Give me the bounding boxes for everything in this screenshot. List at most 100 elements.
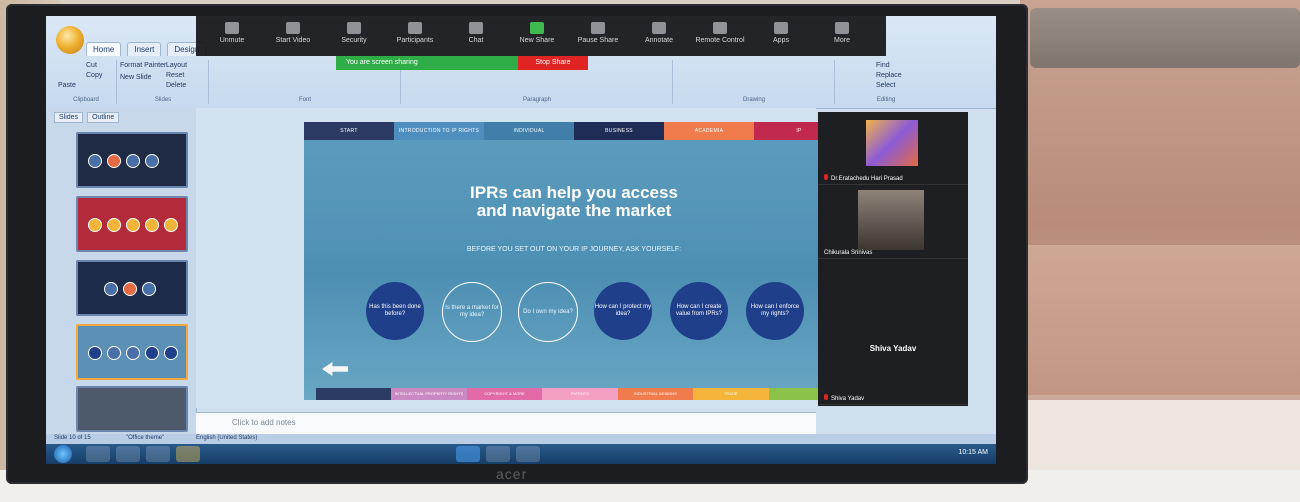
question-circle[interactable]: How can I protect my idea? [594, 282, 652, 340]
screen: Home Insert Design Cut Copy Paste Clipbo… [46, 16, 996, 464]
notes-placeholder: Click to add notes [232, 418, 296, 427]
zoom-tool-security[interactable]: Security [326, 22, 382, 54]
question-circle[interactable]: Is there a market for my idea? [442, 282, 502, 342]
taskbar-app-icon[interactable] [146, 446, 170, 462]
find-button[interactable]: Find [876, 62, 890, 69]
slide-nav-item[interactable]: INDIVIDUAL [484, 122, 574, 140]
drawing-group: Drawing [674, 60, 835, 104]
zoom-tool-pause-share[interactable]: Pause Share [570, 22, 626, 54]
replace-button[interactable]: Replace [876, 72, 902, 79]
slide-bottom-nav-item[interactable]: TRADE [693, 388, 769, 400]
taskbar-app-icon[interactable] [516, 446, 540, 462]
zoom-tool-label: New Share [519, 37, 555, 44]
shield-icon [347, 22, 361, 34]
slide-nav-item[interactable]: BUSINESS [574, 122, 664, 140]
tab-outline[interactable]: Outline [87, 112, 120, 123]
format-painter-button[interactable]: Format Painter [120, 62, 166, 69]
windows-taskbar: 10:15 AM [46, 444, 996, 464]
slide-bottom-nav-item[interactable]: INDUSTRIAL DESIGNS [617, 388, 694, 400]
screen-share-banner: You are screen sharing [336, 56, 526, 70]
start-button-icon[interactable] [54, 445, 72, 463]
slide-nav-item[interactable]: ACADEMIA [664, 122, 754, 140]
cushion [1030, 8, 1300, 68]
question-circle[interactable]: How can I create value from IPRs? [670, 282, 728, 340]
taskbar-app-icon[interactable] [486, 446, 510, 462]
zoom-tool-more[interactable]: More [814, 22, 870, 54]
participant-tile[interactable]: Dr.Eratachedu Hari Prasad [818, 112, 968, 185]
slide-bottom-nav-item[interactable] [316, 388, 392, 400]
slides-group: Format Painter New Slide Layout Reset De… [118, 60, 209, 104]
tab-home[interactable]: Home [86, 42, 122, 56]
zoom-participants-panel: Dr.Eratachedu Hari Prasad Chikurala Srin… [818, 112, 968, 406]
slide-subtitle: BEFORE YOU SET OUT ON YOUR IP JOURNEY, A… [466, 246, 682, 253]
participant-center-name: Shiva Yadav [869, 344, 917, 353]
slide-bottom-nav-item[interactable]: PATENTS [542, 388, 618, 400]
zoom-tool-label: Apps [773, 37, 789, 44]
right-wall [1020, 0, 1300, 502]
theme-name: "Office theme" [126, 435, 165, 441]
layout-button[interactable]: Layout [166, 62, 187, 69]
zoom-tool-annotate[interactable]: Annotate [631, 22, 687, 54]
slide-thumbnail[interactable] [76, 196, 188, 252]
more-icon [835, 22, 849, 34]
zoom-tool-label: Chat [468, 37, 484, 44]
cut-button[interactable]: Cut [86, 62, 97, 69]
zoom-tool-new-share[interactable]: New Share [509, 22, 565, 54]
slide-editing-area: START INTRODUCTION TO IP RIGHTS INDIVIDUAL… [196, 108, 844, 408]
status-bar: Slide 10 of 15 "Office theme" English (U… [46, 434, 996, 444]
notes-pane[interactable]: Click to add notes [196, 412, 816, 435]
back-arrow-icon[interactable] [322, 362, 348, 376]
slide-thumbnail[interactable] [76, 260, 188, 316]
clipboard-group: Cut Copy Paste Clipboard [56, 60, 117, 104]
zoom-tool-unmute[interactable]: Unmute [204, 22, 260, 54]
paste-button[interactable]: Paste [58, 82, 76, 89]
zoom-tool-label: Participants [396, 37, 434, 44]
zoom-tool-start-video[interactable]: Start Video [265, 22, 321, 54]
slide-bottom-nav-item[interactable]: COPYRIGHT & MORE [466, 388, 543, 400]
taskbar-app-icon[interactable] [176, 446, 200, 462]
select-button[interactable]: Select [876, 82, 895, 89]
pen-icon [652, 22, 666, 34]
copy-button[interactable]: Copy [86, 72, 102, 79]
tab-insert[interactable]: Insert [127, 42, 162, 56]
zoom-tool-label: Security [341, 37, 367, 44]
reset-button[interactable]: Reset [166, 72, 184, 79]
clipboard-label: Clipboard [73, 97, 99, 103]
slide-thumbnail[interactable] [76, 132, 188, 188]
slide-thumbnail-selected[interactable] [76, 324, 188, 380]
slide-counter: Slide 10 of 15 [54, 435, 91, 441]
slide-bottom-nav-item[interactable]: INTELLECTUAL PROPERTY RIGHTS [391, 388, 467, 400]
question-circle[interactable]: Has this been done before? [366, 282, 424, 340]
participant-tile[interactable]: Chikurala Srinivas [818, 186, 968, 259]
taskbar-app-icon[interactable] [116, 446, 140, 462]
slide-nav-item[interactable]: START [304, 122, 394, 140]
zoom-tool-chat[interactable]: Chat [448, 22, 504, 54]
avatar [866, 120, 918, 166]
editing-group: Find Replace Select Editing [836, 60, 936, 104]
current-slide[interactable]: START INTRODUCTION TO IP RIGHTS INDIVIDUAL… [304, 122, 844, 400]
tab-slides[interactable]: Slides [54, 112, 84, 123]
zoom-tool-label: Unmute [219, 37, 245, 44]
monitor-brand-logo: acer [496, 466, 528, 482]
ribbon-tabs: Home Insert Design [86, 42, 207, 56]
taskbar-zoom-icon[interactable] [456, 446, 480, 462]
office-orb-icon[interactable] [56, 26, 84, 54]
slide-title-line2: and navigate the market [476, 201, 672, 220]
mic-muted-icon [824, 174, 828, 180]
taskbar-app-icon[interactable] [86, 446, 110, 462]
zoom-tool-participants[interactable]: Participants [387, 22, 443, 54]
slide-thumbnail[interactable] [76, 386, 188, 432]
new-slide-button[interactable]: New Slide [120, 74, 152, 81]
question-circle[interactable]: How can I enforce my rights? [746, 282, 804, 340]
participant-tile[interactable]: Shiva Yadav Shiva Yadav [818, 260, 968, 405]
zoom-tool-remote-control[interactable]: Remote Control [692, 22, 748, 54]
mic-icon [225, 22, 239, 34]
language-status: English (United States) [196, 435, 258, 441]
drawing-label: Drawing [742, 97, 765, 103]
stop-share-button[interactable]: Stop Share [518, 56, 588, 70]
taskbar-clock: 10:15 AM [958, 449, 988, 456]
zoom-tool-apps[interactable]: Apps [753, 22, 809, 54]
question-circle[interactable]: Do I own my idea? [518, 282, 578, 342]
slide-nav-item[interactable]: INTRODUCTION TO IP RIGHTS [394, 122, 484, 140]
delete-button[interactable]: Delete [166, 82, 186, 89]
